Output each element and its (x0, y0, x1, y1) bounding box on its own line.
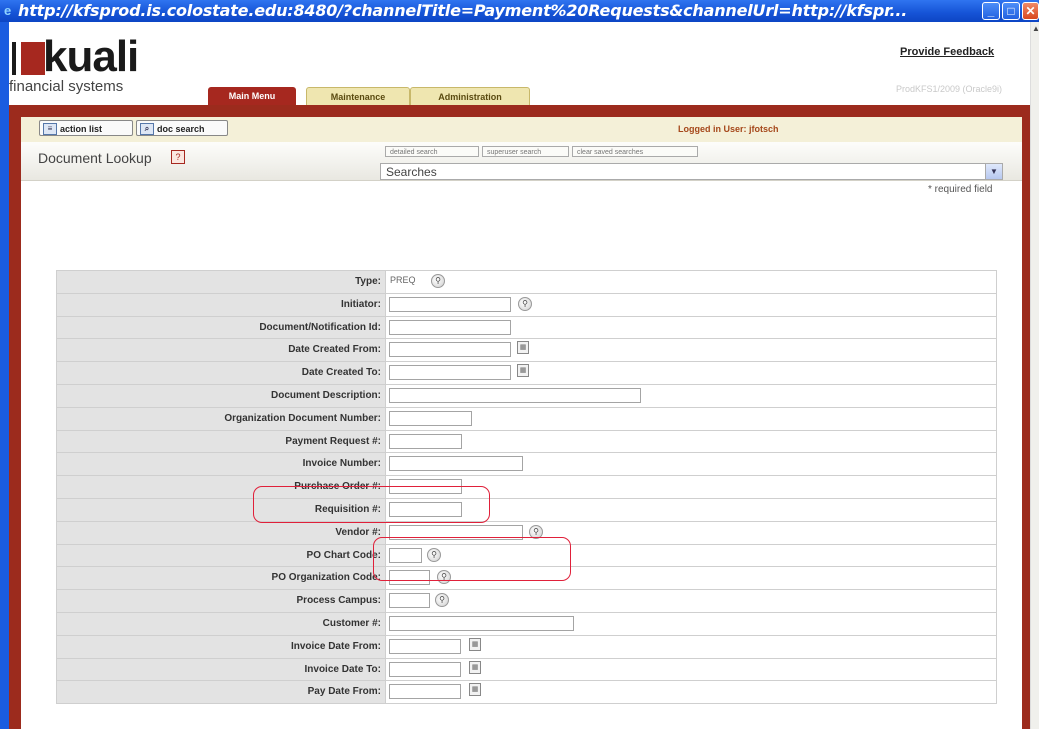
field-label: Invoice Date To: (57, 658, 386, 681)
ie-icon: e (4, 3, 12, 18)
toolbar: ≡ action list ⌕ doc search Logged in Use… (21, 117, 1022, 142)
action-list-button[interactable]: ≡ action list (39, 120, 133, 136)
field-label: Customer #: (57, 612, 386, 635)
logo-word: kuali (43, 32, 139, 81)
field-label: Type: (57, 271, 386, 293)
customer-input[interactable] (389, 615, 574, 631)
field-label: Process Campus: (57, 590, 386, 612)
type-value: PREQ (390, 275, 416, 285)
field-label: Document/Notification Id: (57, 316, 386, 339)
help-icon[interactable]: ? (171, 150, 185, 164)
lookup-form: Type: PREQ ⚲ Initiator: ⚲ Document/Notif… (56, 270, 997, 705)
invoice-date-from-input[interactable] (389, 638, 461, 654)
frame-left-bar (9, 117, 21, 729)
initiator-lookup-icon[interactable]: ⚲ (518, 296, 532, 311)
frame-right-bar (1022, 117, 1030, 729)
process-campus-input[interactable] (389, 593, 430, 609)
field-label: Initiator: (57, 293, 386, 316)
pay-date-from-input[interactable] (389, 684, 461, 700)
field-label: Invoice Date From: (57, 635, 386, 658)
doc-search-button[interactable]: ⌕ doc search (136, 120, 228, 136)
tab-main-menu[interactable]: Main Menu (208, 87, 296, 105)
field-label: Pay Date From: (57, 681, 386, 704)
form-row-payment-request: Payment Request #: (57, 430, 996, 454)
form-row-customer: Customer #: (57, 612, 996, 636)
date-created-from-input[interactable] (389, 342, 511, 358)
saved-searches-value: Searches (386, 165, 437, 179)
tab-administration[interactable]: Administration (410, 87, 530, 107)
form-row-document-id: Document/Notification Id: (57, 316, 996, 340)
field-label: Organization Document Number: (57, 407, 386, 430)
form-row-type: Type: PREQ ⚲ (57, 271, 996, 294)
doc-search-icon: ⌕ (140, 123, 154, 135)
field-label: Date Created From: (57, 339, 386, 362)
field-label: Vendor #: (57, 521, 386, 544)
page-title: Document Lookup (38, 150, 152, 166)
field-label: Payment Request #: (57, 430, 386, 453)
form-row-invoice-date-from: Invoice Date From: ▦ (57, 635, 996, 659)
calendar-icon[interactable]: ▦ (469, 637, 481, 651)
calendar-icon[interactable]: ▦ (517, 341, 529, 355)
invoice-number-input[interactable] (389, 456, 523, 472)
vertical-scrollbar[interactable]: ▲ (1030, 22, 1039, 729)
field-label: PO Chart Code: (57, 544, 386, 567)
document-id-input[interactable] (389, 319, 511, 335)
field-label: Date Created To: (57, 362, 386, 384)
type-lookup-icon[interactable]: ⚲ (431, 274, 445, 288)
calendar-icon[interactable]: ▦ (517, 364, 529, 378)
org-doc-number-input[interactable] (389, 410, 472, 426)
date-created-to-input[interactable] (389, 365, 511, 381)
minimize-button[interactable]: _ (982, 2, 1000, 20)
frame-top-bar (9, 105, 1030, 117)
scroll-up-icon[interactable]: ▲ (1032, 24, 1039, 33)
form-row-invoice-date-to: Invoice Date To: ▦ (57, 658, 996, 682)
form-row-requisition: Requisition #: (57, 498, 996, 522)
form-row-initiator: Initiator: ⚲ (57, 293, 996, 317)
field-label: Invoice Number: (57, 453, 386, 476)
required-field-note: * required field (928, 184, 993, 195)
logged-in-user: Logged in User: jfotsch (678, 124, 779, 134)
form-row-document-description: Document Description: (57, 384, 996, 408)
action-list-label: action list (60, 124, 103, 134)
field-label: PO Organization Code: (57, 567, 386, 590)
initiator-input[interactable] (389, 296, 511, 312)
tab-maintenance[interactable]: Maintenance (306, 87, 410, 107)
form-row-pay-date-from: Pay Date From: ▦ (57, 681, 996, 705)
maximize-button[interactable]: □ (1002, 2, 1020, 20)
chevron-down-icon[interactable]: ▼ (985, 164, 1002, 179)
detailed-search-button[interactable]: detailed search (385, 146, 479, 157)
document-description-input[interactable] (389, 387, 641, 403)
process-campus-lookup-icon[interactable]: ⚲ (435, 593, 449, 608)
highlight-purchase-order (253, 486, 490, 523)
form-row-invoice-number: Invoice Number: (57, 453, 996, 477)
close-button[interactable]: ✕ (1022, 2, 1039, 20)
logo-subtitle: financial systems (9, 78, 124, 95)
field-label: Document Description: (57, 384, 386, 407)
saved-searches-select[interactable]: Searches ▼ (380, 163, 1003, 180)
calendar-icon[interactable]: ▦ (469, 683, 481, 697)
form-row-process-campus: Process Campus: ⚲ (57, 590, 996, 613)
action-list-icon: ≡ (43, 123, 57, 135)
superuser-search-button[interactable]: superuser search (482, 146, 569, 157)
clear-saved-searches-button[interactable]: clear saved searches (572, 146, 698, 157)
payment-request-input[interactable] (389, 433, 462, 449)
version-text: ProdKFS1/2009 (Oracle9i) (896, 84, 1003, 94)
window-title: http://kfsprod.is.colostate.edu:8480/?ch… (18, 1, 908, 20)
window-title-bar[interactable]: e http://kfsprod.is.colostate.edu:8480/?… (0, 0, 1039, 22)
logo-bar (12, 42, 16, 75)
form-row-purchase-order: Purchase Order #: (57, 476, 996, 499)
highlight-vendor (373, 537, 571, 581)
provide-feedback-link[interactable]: Provide Feedback (900, 46, 994, 58)
calendar-icon[interactable]: ▦ (469, 660, 481, 674)
doc-search-label: doc search (157, 124, 205, 134)
form-row-org-doc-number: Organization Document Number: (57, 407, 996, 431)
document-lookup-header: Document Lookup ? detailed search superu… (21, 142, 1022, 181)
form-row-date-created-to: Date Created To: ▦ (57, 362, 996, 385)
invoice-date-to-input[interactable] (389, 661, 461, 677)
form-row-date-created-from: Date Created From: ▦ (57, 339, 996, 363)
window-left-border (0, 22, 9, 729)
logo-k-block (21, 42, 45, 75)
